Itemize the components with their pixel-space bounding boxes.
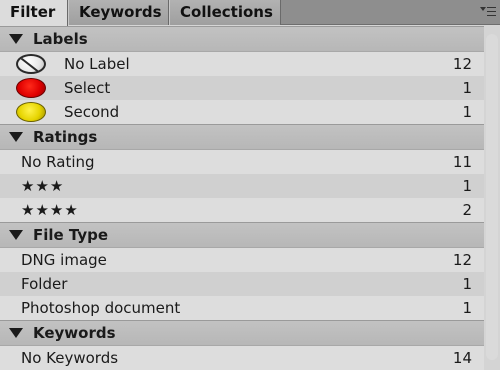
filter-row-select[interactable]: Select 1 — [0, 76, 484, 100]
section-title: File Type — [33, 226, 109, 244]
filter-row-photoshop-document[interactable]: Photoshop document 1 — [0, 296, 484, 320]
filter-row-count: 1 — [462, 177, 472, 195]
filter-row-label: No Label — [64, 55, 130, 73]
section-header-keywords[interactable]: Keywords — [0, 320, 484, 346]
filter-row-dng-image[interactable]: DNG image 12 — [0, 248, 484, 272]
filter-list: Labels No Label 12 Select 1 Second 1 Rat… — [0, 26, 484, 370]
no-label-icon — [16, 54, 46, 74]
filter-row-label: Second — [64, 103, 120, 121]
filter-row-count: 1 — [462, 299, 472, 317]
tab-filter[interactable]: Filter — [0, 0, 68, 26]
filter-row-label: Photoshop document — [21, 299, 181, 317]
filter-row-label: Folder — [21, 275, 68, 293]
section-header-labels[interactable]: Labels — [0, 26, 484, 52]
filter-row-second[interactable]: Second 1 — [0, 100, 484, 124]
filter-row-count: 1 — [462, 103, 472, 121]
filter-row-four-stars[interactable]: ★★★★ 2 — [0, 198, 484, 222]
filter-panel: Labels No Label 12 Select 1 Second 1 Rat… — [0, 26, 500, 370]
filter-row-count: 12 — [452, 55, 472, 73]
disclosure-triangle-icon[interactable] — [9, 230, 23, 240]
filter-row-count: 14 — [452, 349, 472, 367]
filter-row-three-stars[interactable]: ★★★ 1 — [0, 174, 484, 198]
tab-bar-background — [281, 0, 500, 24]
disclosure-triangle-icon[interactable] — [9, 34, 23, 44]
filter-row-no-rating[interactable]: No Rating 11 — [0, 150, 484, 174]
section-header-file-type[interactable]: File Type — [0, 222, 484, 248]
section-title: Ratings — [33, 128, 98, 146]
disclosure-triangle-icon[interactable] — [9, 328, 23, 338]
tab-collections[interactable]: Collections — [169, 0, 281, 25]
section-title: Keywords — [33, 324, 116, 342]
four-star-rating-icon: ★★★★ — [21, 201, 79, 219]
filter-row-count: 1 — [462, 275, 472, 293]
filter-row-count: 12 — [452, 251, 472, 269]
section-title: Labels — [33, 30, 88, 48]
yellow-label-icon — [16, 102, 46, 122]
filter-row-no-keywords[interactable]: No Keywords 14 — [0, 346, 484, 370]
filter-row-label: No Rating — [21, 153, 95, 171]
panel-menu-icon[interactable] — [480, 4, 496, 18]
panel-tab-bar: Filter Keywords Collections — [0, 0, 500, 26]
vertical-scrollbar[interactable] — [484, 26, 500, 370]
tab-keywords[interactable]: Keywords — [68, 0, 169, 25]
disclosure-triangle-icon[interactable] — [9, 132, 23, 142]
filter-row-label: No Keywords — [21, 349, 119, 367]
three-star-rating-icon: ★★★ — [21, 177, 65, 195]
filter-row-count: 2 — [462, 201, 472, 219]
scrollbar-thumb[interactable] — [486, 34, 498, 360]
filter-row-count: 11 — [452, 153, 472, 171]
filter-row-label: Select — [64, 79, 111, 97]
filter-row-folder[interactable]: Folder 1 — [0, 272, 484, 296]
red-label-icon — [16, 78, 46, 98]
section-header-ratings[interactable]: Ratings — [0, 124, 484, 150]
filter-row-count: 1 — [462, 79, 472, 97]
filter-row-no-label[interactable]: No Label 12 — [0, 52, 484, 76]
filter-row-label: DNG image — [21, 251, 107, 269]
